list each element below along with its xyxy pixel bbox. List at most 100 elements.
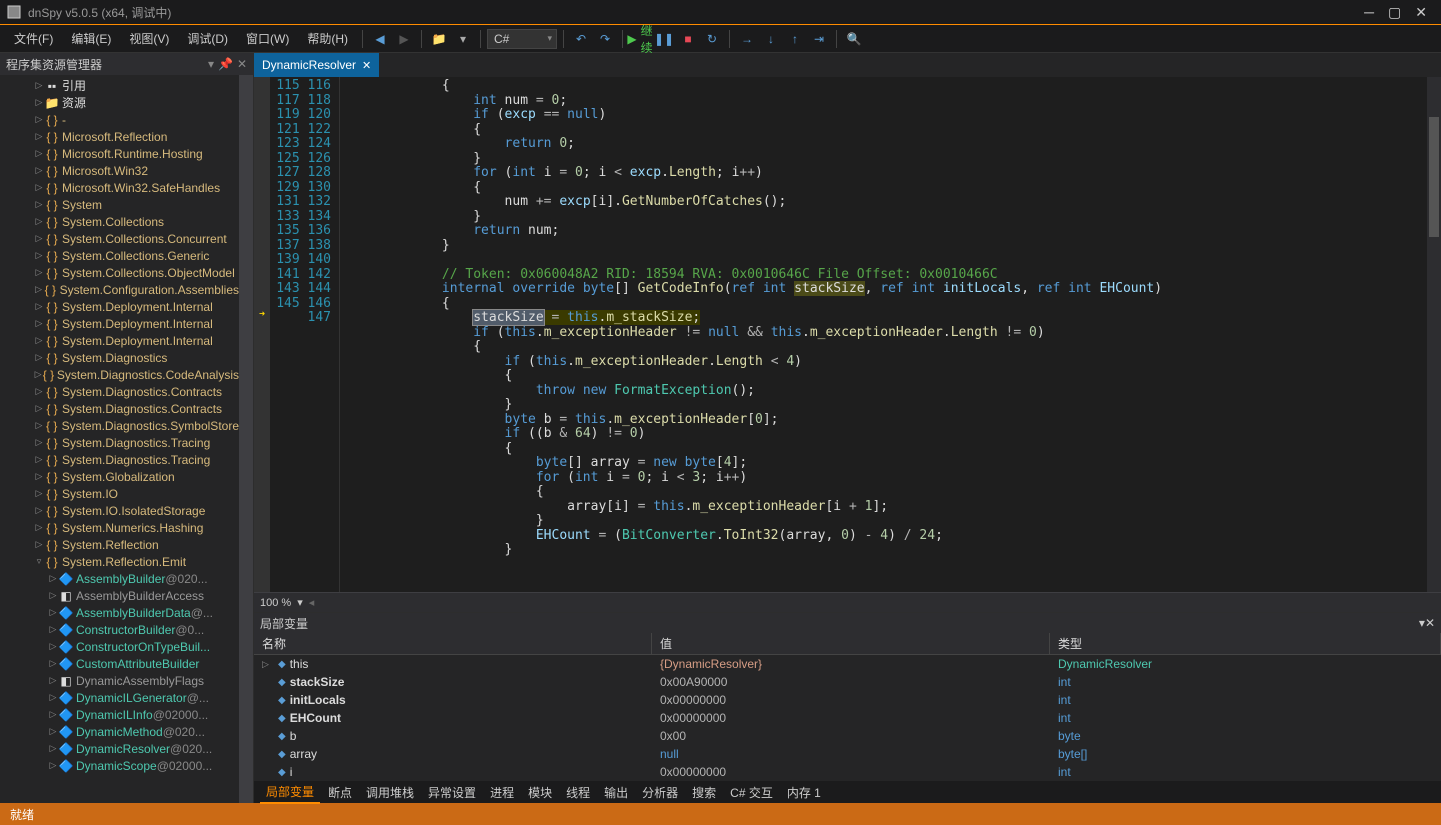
restart-button[interactable]: ↻ — [701, 28, 723, 50]
tree-item[interactable]: ▷{ }System.Deployment.Internal — [0, 298, 239, 315]
pause-button[interactable]: ❚❚ — [653, 28, 675, 50]
menu-edit[interactable]: 编辑(E) — [63, 26, 119, 51]
editor-scrollbar[interactable] — [1427, 77, 1441, 592]
panel-close-icon[interactable]: ✕ — [237, 57, 247, 71]
tree-item[interactable]: ▷📁资源 — [0, 94, 239, 111]
tree-item[interactable]: ▷{ }System.Configuration.Assemblies — [0, 281, 239, 298]
tree-item[interactable]: ▷{ }Microsoft.Win32.SafeHandles — [0, 179, 239, 196]
locals-row[interactable]: ◆EHCount0x00000000int — [254, 709, 1441, 727]
nav-back-button[interactable]: ◀ — [369, 28, 391, 50]
locals-close-icon[interactable]: ✕ — [1425, 616, 1435, 630]
assembly-tree[interactable]: ▷▪▪引用▷📁资源▷{ }-▷{ }Microsoft.Reflection▷{… — [0, 75, 239, 803]
bottom-tab[interactable]: 断点 — [322, 782, 358, 803]
tree-item[interactable]: ▷{ }System.Diagnostics.Contracts — [0, 383, 239, 400]
tree-item[interactable]: ▷{ }System.Diagnostics.CodeAnalysis — [0, 366, 239, 383]
panel-pin-icon[interactable]: 📌 — [218, 57, 233, 71]
tree-item[interactable]: ▷🔷AssemblyBuilder @020... — [0, 570, 239, 587]
tree-item[interactable]: ▷{ }System — [0, 196, 239, 213]
tree-item[interactable]: ▷{ }System.Diagnostics.Tracing — [0, 434, 239, 451]
bottom-tab[interactable]: 输出 — [598, 782, 634, 803]
bottom-tab[interactable]: 搜索 — [686, 782, 722, 803]
tree-item[interactable]: ▷{ }System.Reflection — [0, 536, 239, 553]
tree-item[interactable]: ▷{ }System.Diagnostics.Contracts — [0, 400, 239, 417]
tree-item[interactable]: ▷{ }System.Collections.ObjectModel — [0, 264, 239, 281]
tab-close-icon[interactable]: ✕ — [362, 59, 371, 72]
tree-item[interactable]: ▷🔷DynamicMethod @020... — [0, 723, 239, 740]
tree-item[interactable]: ▷🔷CustomAttributeBuilder — [0, 655, 239, 672]
locals-row[interactable]: ◆initLocals0x00000000int — [254, 691, 1441, 709]
locals-row[interactable]: ◆arraynullbyte[] — [254, 745, 1441, 763]
menu-window[interactable]: 窗口(W) — [238, 26, 297, 51]
step-over-button[interactable]: ↓ — [760, 28, 782, 50]
continue-button[interactable]: ▶ 继续 — [629, 28, 651, 50]
bottom-tab[interactable]: 内存 1 — [781, 782, 827, 803]
tree-item[interactable]: ▷{ }System.Globalization — [0, 468, 239, 485]
redo-button[interactable]: ↷ — [594, 28, 616, 50]
tree-item[interactable]: ▷{ }System.Collections.Concurrent — [0, 230, 239, 247]
col-type[interactable]: 类型 — [1050, 633, 1441, 654]
menu-debug[interactable]: 调试(D) — [179, 26, 236, 51]
tree-item[interactable]: ▷{ }System.Collections.Generic — [0, 247, 239, 264]
open-button[interactable]: 📁 — [428, 28, 450, 50]
tree-item[interactable]: ▷🔷DynamicResolver @020... — [0, 740, 239, 757]
tree-scrollbar[interactable] — [239, 75, 253, 803]
tree-item[interactable]: ▷{ }System.IO — [0, 485, 239, 502]
tree-item[interactable]: ▷🔷AssemblyBuilderData @... — [0, 604, 239, 621]
search-button[interactable]: 🔍 — [843, 28, 865, 50]
minimize-button[interactable]: ─ — [1364, 4, 1374, 21]
stop-button[interactable]: ■ — [677, 28, 699, 50]
zoom-dropdown-icon[interactable]: ▾ — [297, 596, 303, 609]
panel-dropdown-icon[interactable]: ▾ — [208, 57, 214, 71]
maximize-button[interactable]: ▢ — [1388, 4, 1401, 21]
tree-item[interactable]: ▷{ }System.Deployment.Internal — [0, 332, 239, 349]
tree-item[interactable]: ▷{ }- — [0, 111, 239, 128]
tree-item[interactable]: ▷◧AssemblyBuilderAccess — [0, 587, 239, 604]
bottom-tab[interactable]: C# 交互 — [724, 782, 779, 803]
tree-item[interactable]: ▷▪▪引用 — [0, 77, 239, 94]
tree-item[interactable]: ▷{ }Microsoft.Win32 — [0, 162, 239, 179]
tree-item[interactable]: ▷{ }System.Deployment.Internal — [0, 315, 239, 332]
bottom-tab[interactable]: 进程 — [484, 782, 520, 803]
save-button[interactable]: ▾ — [452, 28, 474, 50]
code-area[interactable]: { int num = 0; if (excp == null) { retur… — [340, 77, 1427, 592]
bottom-tab[interactable]: 线程 — [560, 782, 596, 803]
code-editor[interactable]: ➜ 115 116 117 118 119 120 121 122 123 12… — [254, 77, 1441, 592]
tree-item[interactable]: ▿{ }System.Reflection.Emit — [0, 553, 239, 570]
tree-item[interactable]: ▷🔷ConstructorOnTypeBuil... — [0, 638, 239, 655]
tree-item[interactable]: ▷🔷DynamicScope @02000... — [0, 757, 239, 774]
step-out-button[interactable]: ↑ — [784, 28, 806, 50]
col-value[interactable]: 值 — [652, 633, 1050, 654]
locals-row[interactable]: ◆i0x00000000int — [254, 763, 1441, 781]
tree-item[interactable]: ▷{ }System.Diagnostics.Tracing — [0, 451, 239, 468]
tree-item[interactable]: ▷{ }System.Diagnostics.SymbolStore — [0, 417, 239, 434]
menu-help[interactable]: 帮助(H) — [299, 26, 356, 51]
tree-item[interactable]: ▷{ }System.Diagnostics — [0, 349, 239, 366]
tree-item[interactable]: ▷🔷DynamicILInfo @02000... — [0, 706, 239, 723]
step-into-button[interactable]: → — [736, 28, 758, 50]
tree-item[interactable]: ▷{ }System.IO.IsolatedStorage — [0, 502, 239, 519]
locals-grid[interactable]: 名称 值 类型 ▷◆this{DynamicResolver}DynamicRe… — [254, 633, 1441, 781]
tree-item[interactable]: ▷🔷ConstructorBuilder @0... — [0, 621, 239, 638]
tree-item[interactable]: ▷{ }System.Numerics.Hashing — [0, 519, 239, 536]
zoom-level[interactable]: 100 % — [260, 597, 291, 609]
undo-button[interactable]: ↶ — [570, 28, 592, 50]
locals-row[interactable]: ◆stackSize0x00A90000int — [254, 673, 1441, 691]
tree-item[interactable]: ▷{ }System.Collections — [0, 213, 239, 230]
bottom-tab[interactable]: 分析器 — [636, 782, 684, 803]
bottom-tab[interactable]: 异常设置 — [422, 782, 482, 803]
tree-item[interactable]: ▷{ }Microsoft.Reflection — [0, 128, 239, 145]
tree-item[interactable]: ▷🔷DynamicILGenerator @... — [0, 689, 239, 706]
menu-view[interactable]: 视图(V) — [121, 26, 177, 51]
tree-item[interactable]: ▷◧DynamicAssemblyFlags — [0, 672, 239, 689]
bottom-tab[interactable]: 模块 — [522, 782, 558, 803]
tree-item[interactable]: ▷{ }Microsoft.Runtime.Hosting — [0, 145, 239, 162]
locals-row[interactable]: ▷◆this{DynamicResolver}DynamicResolver — [254, 655, 1441, 673]
bottom-tab[interactable]: 调用堆栈 — [360, 782, 420, 803]
bottom-tab[interactable]: 局部变量 — [260, 781, 320, 804]
nav-forward-button[interactable]: ▶ — [393, 28, 415, 50]
language-combo[interactable]: C# — [487, 29, 557, 49]
tab-dynamicresolver[interactable]: DynamicResolver ✕ — [254, 53, 379, 77]
locals-row[interactable]: ◆b0x00byte — [254, 727, 1441, 745]
col-name[interactable]: 名称 — [254, 633, 652, 654]
menu-file[interactable]: 文件(F) — [6, 26, 61, 51]
